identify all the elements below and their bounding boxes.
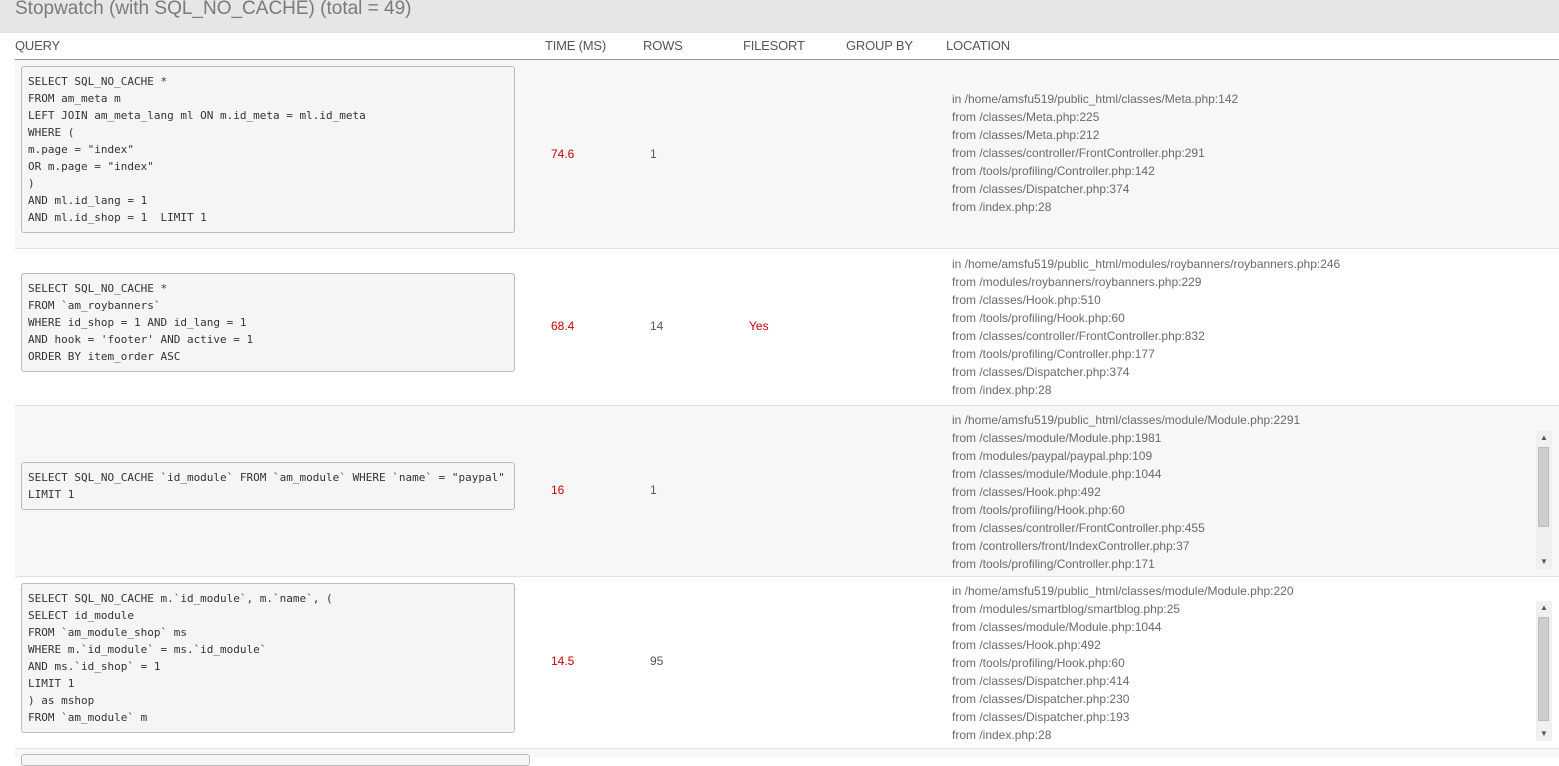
location-trace[interactable]: in /home/amsfu519/public_html/classes/mo… (952, 411, 1537, 571)
query-text[interactable]: SELECT SQL_NO_CACHE * FROM `am_roybanner… (21, 273, 515, 372)
location-line: from /classes/controller/FrontController… (952, 329, 1205, 343)
location-line: from /tools/profiling/Hook.php:60 (952, 656, 1125, 670)
query-text[interactable] (21, 754, 530, 766)
column-header-query[interactable]: QUERY (15, 38, 60, 53)
column-header-filesort[interactable]: FILESORT (743, 38, 805, 53)
time-value: 16 (551, 483, 565, 497)
location-line: from /controllers/front/IndexController.… (952, 539, 1190, 553)
rows-value: 95 (650, 654, 664, 668)
location-line: from /classes/Meta.php:212 (952, 128, 1100, 142)
column-header-time[interactable]: TIME (MS) (545, 38, 606, 53)
location-line: from /classes/Meta.php:225 (952, 110, 1100, 124)
location-line: from /classes/controller/FrontController… (952, 146, 1205, 160)
location-line: from /classes/module/Module.php:1044 (952, 620, 1162, 634)
location-trace: in /home/amsfu519/public_html/modules/ro… (952, 255, 1537, 401)
filesort-value: Yes (749, 319, 769, 333)
table-row: SELECT SQL_NO_CACHE m.`id_module`, m.`na… (15, 577, 1559, 749)
scroll-up-arrow-icon[interactable]: ▲ (1536, 601, 1552, 615)
scrollbar-thumb[interactable] (1538, 447, 1549, 527)
table-row: SELECT SQL_NO_CACHE * FROM `am_roybanner… (15, 249, 1559, 406)
location-scrollbar[interactable]: ▲ ▼ (1536, 601, 1552, 741)
location-line: in /home/amsfu519/public_html/classes/Me… (952, 92, 1239, 106)
panel-title: Stopwatch (with SQL_NO_CACHE) (total = 4… (15, 0, 412, 19)
location-line: from /modules/roybanners/roybanners.php:… (952, 275, 1202, 289)
location-line: from /tools/profiling/Controller.php:142 (952, 164, 1155, 178)
time-value: 74.6 (551, 147, 575, 161)
location-line: from /classes/module/Module.php:1981 (952, 431, 1162, 445)
location-trace: in /home/amsfu519/public_html/classes/Me… (952, 90, 1537, 220)
location-line: in /home/amsfu519/public_html/modules/ro… (952, 257, 1341, 271)
column-header-group-by[interactable]: GROUP BY (846, 38, 913, 53)
location-line: from /classes/Hook.php:510 (952, 293, 1101, 307)
scroll-down-arrow-icon[interactable]: ▼ (1536, 727, 1552, 741)
time-value: 68.4 (551, 319, 575, 333)
location-line: in /home/amsfu519/public_html/classes/mo… (952, 413, 1301, 427)
location-line: from /classes/controller/FrontController… (952, 521, 1205, 535)
location-line: from /classes/Hook.php:492 (952, 485, 1101, 499)
location-line: in /home/amsfu519/public_html/classes/mo… (952, 584, 1294, 598)
location-line: from /tools/profiling/Controller.php:171 (952, 557, 1155, 571)
location-line: from /classes/module/Module.php:1044 (952, 467, 1162, 481)
query-text[interactable]: SELECT SQL_NO_CACHE m.`id_module`, m.`na… (21, 583, 515, 733)
scroll-down-arrow-icon[interactable]: ▼ (1536, 555, 1552, 569)
location-line: from /tools/profiling/Hook.php:60 (952, 311, 1125, 325)
location-trace[interactable]: in /home/amsfu519/public_html/classes/mo… (952, 582, 1537, 746)
location-scrollbar[interactable]: ▲ ▼ (1536, 431, 1552, 569)
scrollbar-thumb[interactable] (1538, 617, 1549, 721)
location-line: from /classes/Dispatcher.php:193 (952, 710, 1130, 724)
query-text[interactable]: SELECT SQL_NO_CACHE `id_module` FROM `am… (21, 462, 515, 510)
location-line: from /index.php:28 (952, 383, 1052, 397)
time-value: 14.5 (551, 654, 575, 668)
location-line: from /classes/Hook.php:492 (952, 638, 1101, 652)
column-header-rows[interactable]: ROWS (643, 38, 683, 53)
rows-value: 14 (650, 319, 664, 333)
scroll-up-arrow-icon[interactable]: ▲ (1536, 431, 1552, 445)
location-line: from /modules/smartblog/smartblog.php:25 (952, 602, 1181, 616)
rows-value: 1 (650, 147, 657, 161)
location-line: from /classes/Dispatcher.php:374 (952, 182, 1130, 196)
column-header-location[interactable]: LOCATION (946, 38, 1010, 53)
location-line: from /classes/Dispatcher.php:414 (952, 674, 1130, 688)
rows-value: 1 (650, 483, 657, 497)
panel-title-bar: Stopwatch (with SQL_NO_CACHE) (total = 4… (0, 0, 1559, 33)
table-row: SELECT SQL_NO_CACHE `id_module` FROM `am… (15, 406, 1559, 577)
table-row (15, 749, 1559, 766)
table-header: QUERY TIME (MS) ROWS FILESORT GROUP BY L… (15, 33, 1559, 60)
location-line: from /classes/Dispatcher.php:230 (952, 692, 1130, 706)
location-line: from /index.php:28 (952, 728, 1052, 742)
query-text[interactable]: SELECT SQL_NO_CACHE * FROM am_meta m LEF… (21, 66, 515, 233)
table-row: SELECT SQL_NO_CACHE * FROM am_meta m LEF… (15, 60, 1559, 249)
location-line: from /classes/Dispatcher.php:374 (952, 365, 1130, 379)
location-line: from /modules/paypal/paypal.php:109 (952, 449, 1153, 463)
location-line: from /tools/profiling/Controller.php:177 (952, 347, 1155, 361)
location-line: from /tools/profiling/Hook.php:60 (952, 503, 1125, 517)
location-line: from /index.php:28 (952, 200, 1052, 214)
